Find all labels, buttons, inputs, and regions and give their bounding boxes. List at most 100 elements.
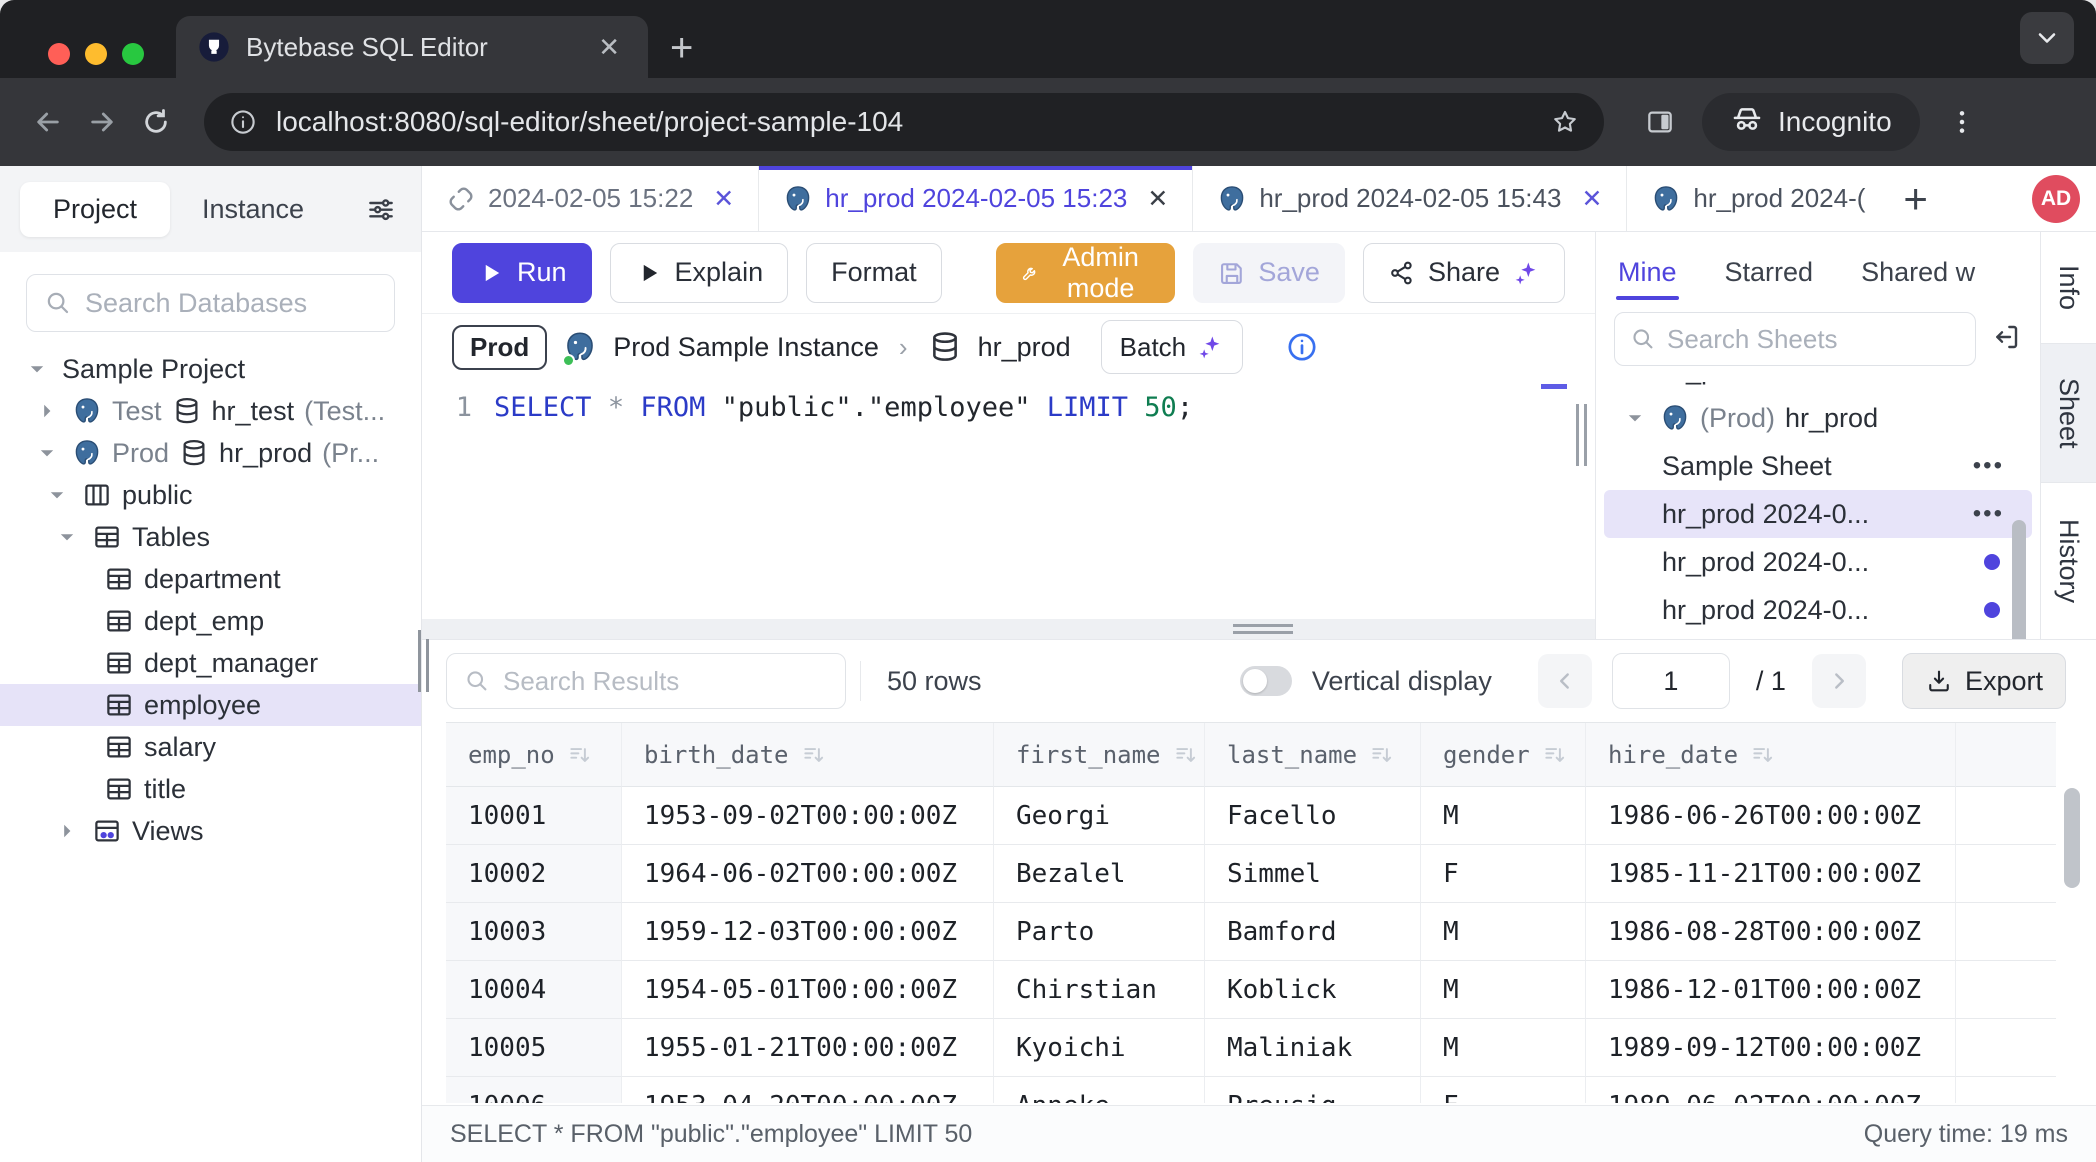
tree-item-tables[interactable]: Tables [0,516,421,558]
tree-item-test[interactable]: Testhr_test(Test... [0,390,421,432]
side-tab-info[interactable]: Info [2041,232,2096,344]
column-header-emp_no[interactable]: emp_no [446,723,622,787]
side-tab-sheet[interactable]: Sheet [2041,344,2096,484]
run-button[interactable]: Run [452,243,592,303]
minimize-window-button[interactable] [85,43,107,65]
caret-down-icon[interactable] [42,483,72,507]
url-bar[interactable]: localhost:8080/sql-editor/sheet/project-… [204,93,1604,151]
tree-item-title[interactable]: title [0,768,421,810]
side-tab-history[interactable]: History [2041,483,2096,639]
table-row[interactable]: 100021964-06-02T00:00:00ZBezalelSimmelF1… [446,845,2056,903]
tree-item-views[interactable]: Views [0,810,421,852]
sheet-item[interactable]: hr_prod 2024-0...••• [1604,490,2032,538]
editor-tab[interactable]: hr_prod 2024-02-05 15:23✕ [759,166,1193,231]
bookmark-star-icon[interactable] [1550,107,1580,137]
back-button[interactable] [26,100,70,144]
column-header-last_name[interactable]: last_name [1205,723,1421,787]
explain-button[interactable]: Explain [610,243,789,303]
maximize-window-button[interactable] [122,43,144,65]
close-window-button[interactable] [48,43,70,65]
table-row[interactable]: 100041954-05-01T00:00:00ZChirstianKoblic… [446,961,2056,1019]
editor-tab[interactable]: hr_prod 2024-( [1627,166,1889,231]
save-button[interactable]: Save [1193,243,1345,303]
caret-right-icon[interactable] [52,819,82,843]
close-tab-icon[interactable]: ✕ [713,184,734,214]
column-header-gender[interactable]: gender [1421,723,1586,787]
caret-down-icon[interactable] [1620,406,1650,430]
table-row[interactable]: 100031959-12-03T00:00:00ZPartoBamfordM19… [446,903,2056,961]
page-number-input[interactable] [1612,653,1730,709]
next-page-button[interactable] [1812,654,1866,708]
batch-button[interactable]: Batch [1101,320,1244,374]
browser-menu-icon[interactable] [1940,100,1984,144]
sql-editor[interactable]: 1 SELECT * FROM "public"."employee" LIMI… [422,380,1595,619]
tree-item-department[interactable]: department [0,558,421,600]
tree-item-sample-project[interactable]: Sample Project [0,348,421,390]
sort-icon[interactable] [1369,742,1395,768]
results-search[interactable] [446,653,846,709]
new-sheet-tab-button[interactable]: + [1889,166,1942,231]
sort-icon[interactable] [1750,742,1776,768]
side-panel-icon[interactable] [1638,100,1682,144]
table-row[interactable]: 100061953-04-20T00:00:00ZAnnekePreusigF1… [446,1077,2056,1103]
export-button[interactable]: Export [1902,653,2066,709]
sheet-item[interactable]: hr_prod 2024-0... [1604,586,2032,634]
format-button[interactable]: Format [806,243,942,303]
database-search[interactable] [26,274,395,332]
sheet-tab-mine[interactable]: Mine [1616,239,1679,306]
caret-down-icon[interactable] [32,441,62,465]
column-header-hire_date[interactable]: hire_date [1586,723,1956,787]
window-controls[interactable] [48,43,144,65]
column-header-first_name[interactable]: first_name [994,723,1205,787]
sort-icon[interactable] [801,742,827,768]
caret-down-icon[interactable] [22,357,52,381]
tree-item-salary[interactable]: salary [0,726,421,768]
collapse-panel-icon[interactable] [1990,321,2022,358]
prev-page-button[interactable] [1538,654,1592,708]
sort-icon[interactable] [567,742,593,768]
tab-search-button[interactable] [2020,12,2074,64]
reload-button[interactable] [134,100,178,144]
sheet-group-hr-prod[interactable]: (Prod)hr_prod [1604,394,2032,442]
share-button[interactable]: Share [1363,243,1565,303]
vertical-display-toggle[interactable] [1240,666,1292,696]
tab-instance[interactable]: Instance [178,182,328,237]
results-search-input[interactable] [503,666,829,697]
column-header-birth_date[interactable]: birth_date [622,723,994,787]
panel-resize-handle[interactable] [1576,404,1587,466]
site-info-icon[interactable] [228,107,258,137]
splitter-grip[interactable] [1233,624,1293,634]
sort-icon[interactable] [1173,742,1199,768]
tree-item-dept-emp[interactable]: dept_emp [0,600,421,642]
table-row[interactable]: 100051955-01-21T00:00:00ZKyoichiMaliniak… [446,1019,2056,1077]
user-avatar[interactable]: AD [2032,175,2080,223]
sheet-search-input[interactable] [1667,324,1961,355]
admin-mode-button[interactable]: Admin mode [996,243,1176,303]
environment-badge[interactable]: Prod [452,325,547,370]
caret-down-icon[interactable] [52,525,82,549]
database-name[interactable]: hr_prod [978,332,1071,363]
table-row[interactable]: 100011953-09-02T00:00:00ZGeorgiFacelloM1… [446,787,2056,845]
tree-item-employee[interactable]: employee [0,684,421,726]
filter-settings-icon[interactable] [361,189,401,229]
browser-tab-close-icon[interactable]: ✕ [592,32,626,63]
new-browser-tab-button[interactable]: + [670,28,693,68]
tree-item-pr[interactable]: Prodhr_prod(Pr... [0,432,421,474]
instance-name[interactable]: Prod Sample Instance [613,332,879,363]
grid-scrollbar[interactable] [2064,788,2080,1097]
sheet-search[interactable] [1614,312,1976,366]
sheet-item[interactable]: Sample Sheet••• [1604,442,2032,490]
sheet-scrollbar[interactable] [2012,458,2026,639]
sheet-tab-shared-w[interactable]: Shared w [1859,239,1977,306]
tree-item-dept-manager[interactable]: dept_manager [0,642,421,684]
sheet-tab-starred[interactable]: Starred [1723,239,1816,306]
sheet-item-clipped[interactable]: hr_prod 2024-0... [1604,382,2032,394]
database-search-input[interactable] [85,288,378,319]
caret-right-icon[interactable] [32,399,62,423]
close-tab-icon[interactable]: ✕ [1581,184,1602,214]
forward-button[interactable] [80,100,124,144]
editor-tab[interactable]: 2024-02-05 15:22✕ [422,166,759,231]
close-tab-icon[interactable]: ✕ [1147,184,1168,214]
horizontal-splitter[interactable] [422,619,1595,639]
connection-info-icon[interactable] [1285,330,1319,364]
